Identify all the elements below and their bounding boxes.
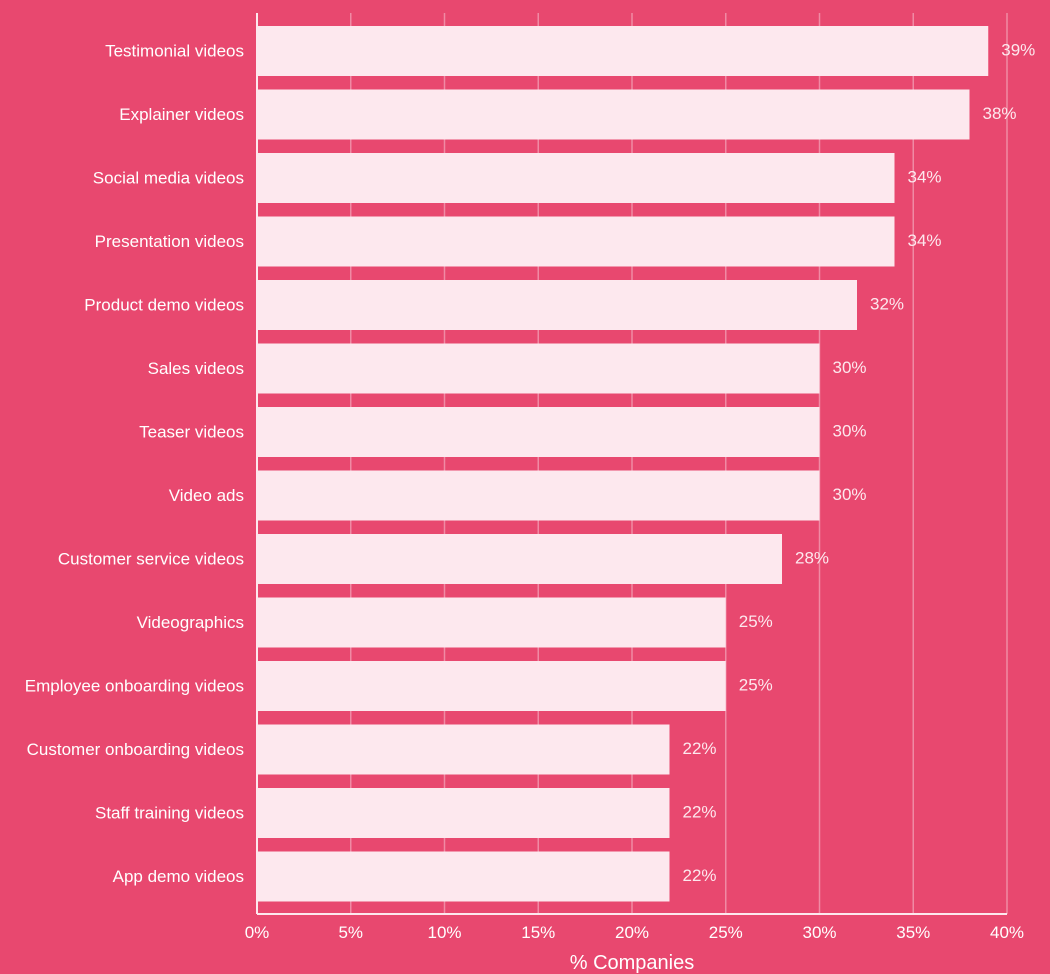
value-label: 30% bbox=[833, 358, 867, 377]
x-tick-label: 10% bbox=[427, 923, 461, 942]
category-label: Employee onboarding videos bbox=[25, 676, 244, 695]
category-label: Explainer videos bbox=[119, 105, 244, 124]
x-tick-label: 30% bbox=[802, 923, 836, 942]
value-label: 22% bbox=[683, 739, 717, 758]
category-label: Video ads bbox=[169, 486, 244, 505]
category-label: Customer onboarding videos bbox=[27, 740, 244, 759]
bar-chart: Testimonial videos Explainer videos Social… bbox=[25, 13, 1035, 974]
bar bbox=[258, 724, 670, 775]
value-label: 34% bbox=[908, 231, 942, 250]
bar bbox=[258, 153, 895, 203]
bars bbox=[258, 26, 989, 902]
x-tick-label: 25% bbox=[709, 923, 743, 942]
category-label: App demo videos bbox=[113, 867, 244, 886]
bar bbox=[258, 407, 820, 457]
bar bbox=[258, 470, 820, 521]
value-label: 30% bbox=[833, 485, 867, 504]
value-label: 28% bbox=[795, 548, 829, 567]
value-label: 25% bbox=[739, 675, 773, 694]
x-axis-ticks: 0% 5% 10% 15% 20% 25% 30% 35% 40% bbox=[245, 923, 1024, 942]
category-label: Sales videos bbox=[148, 359, 244, 378]
bar bbox=[258, 216, 895, 267]
value-label: 38% bbox=[983, 104, 1017, 123]
value-label: 25% bbox=[739, 612, 773, 631]
gridlines bbox=[350, 13, 1008, 914]
x-tick-label: 35% bbox=[896, 923, 930, 942]
category-label: Product demo videos bbox=[84, 295, 244, 314]
category-label: Social media videos bbox=[93, 168, 244, 187]
value-label: 22% bbox=[683, 866, 717, 885]
category-label: Customer service videos bbox=[58, 549, 244, 568]
category-label: Testimonial videos bbox=[105, 41, 244, 60]
category-label: Staff training videos bbox=[95, 803, 244, 822]
x-tick-label: 15% bbox=[521, 923, 555, 942]
value-label: 39% bbox=[1001, 40, 1035, 59]
bar bbox=[258, 661, 726, 711]
category-labels: Testimonial videos Explainer videos Social… bbox=[25, 41, 244, 886]
bar bbox=[258, 534, 782, 584]
bar bbox=[258, 280, 857, 330]
value-label: 32% bbox=[870, 294, 904, 313]
value-label: 30% bbox=[833, 421, 867, 440]
x-tick-label: 0% bbox=[245, 923, 270, 942]
bar bbox=[258, 343, 820, 394]
x-tick-label: 40% bbox=[990, 923, 1024, 942]
x-axis-title: % Companies bbox=[570, 952, 695, 974]
bar bbox=[258, 851, 670, 902]
bar bbox=[258, 788, 670, 838]
category-label: Videographics bbox=[137, 613, 244, 632]
x-tick-label: 20% bbox=[615, 923, 649, 942]
bar bbox=[258, 26, 989, 76]
bar bbox=[258, 597, 726, 648]
category-label: Teaser videos bbox=[139, 422, 244, 441]
value-label: 34% bbox=[908, 167, 942, 186]
category-label: Presentation videos bbox=[95, 232, 244, 251]
x-tick-label: 5% bbox=[338, 923, 363, 942]
bar bbox=[258, 89, 970, 140]
value-label: 22% bbox=[683, 802, 717, 821]
